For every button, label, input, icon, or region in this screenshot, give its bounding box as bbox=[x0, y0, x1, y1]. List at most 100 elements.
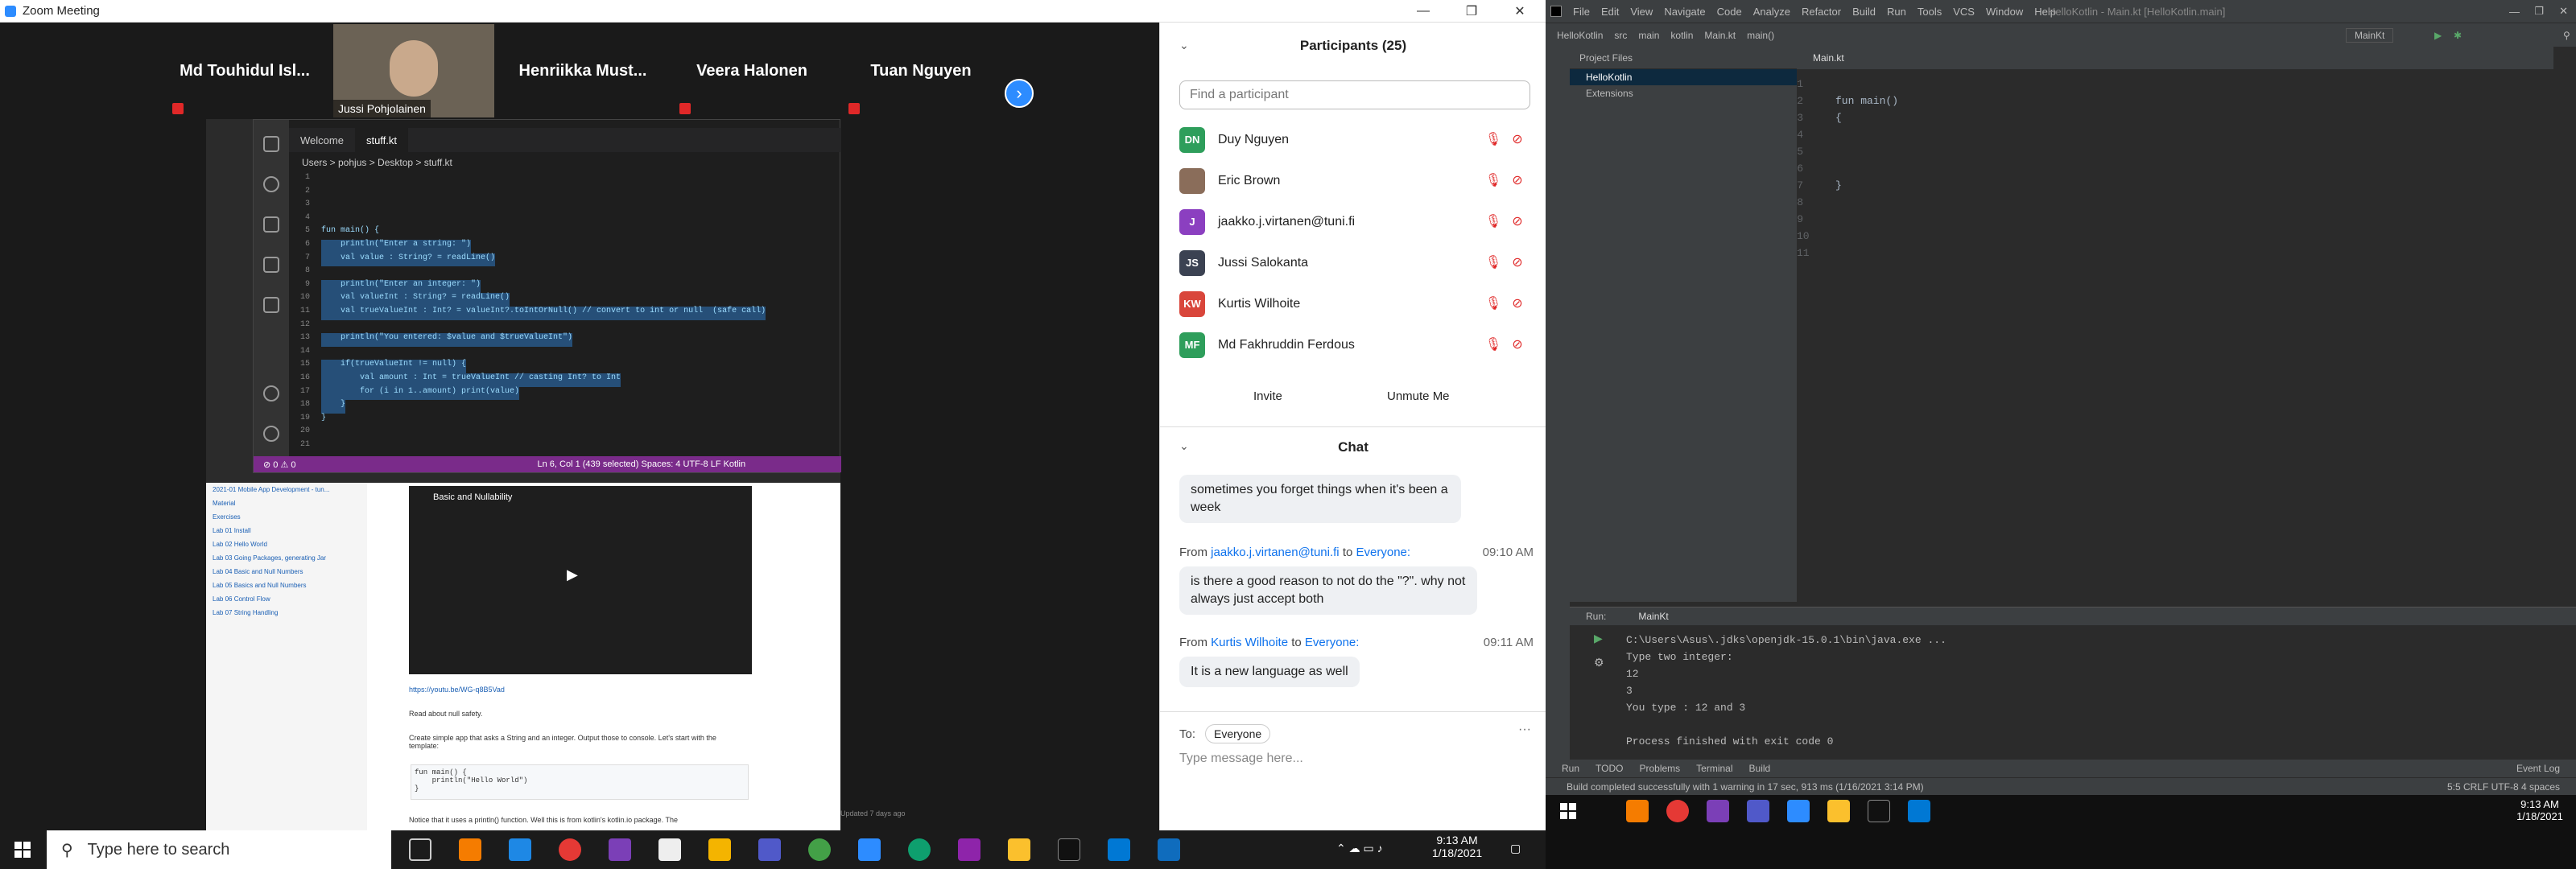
recipient-select[interactable]: Everyone bbox=[1205, 724, 1271, 743]
run-icon[interactable]: ▶ bbox=[2434, 30, 2442, 41]
maximize-icon[interactable]: ❐ bbox=[2534, 5, 2544, 18]
menu-refactor[interactable]: Refactor bbox=[1802, 6, 1841, 18]
event-log[interactable]: Event Log bbox=[2516, 763, 2560, 774]
recipient-link[interactable]: Everyone: bbox=[1305, 636, 1360, 649]
menu-navigate[interactable]: Navigate bbox=[1664, 6, 1705, 18]
code-line[interactable]: 7 val value : String? = readLine() bbox=[289, 253, 809, 267]
code-line[interactable]: 2 fun main() bbox=[1797, 93, 2553, 109]
task-view-icon[interactable] bbox=[409, 838, 431, 861]
app-icon[interactable] bbox=[808, 838, 831, 861]
account-icon[interactable] bbox=[263, 385, 279, 402]
crumb[interactable]: src bbox=[1614, 30, 1627, 41]
next-page-arrow-icon[interactable]: › bbox=[1005, 79, 1034, 108]
menu-code[interactable]: Code bbox=[1717, 6, 1742, 18]
code-line[interactable]: 5 fun main() { bbox=[289, 226, 809, 240]
tab-stuff-kt[interactable]: stuff.kt bbox=[354, 128, 409, 152]
code-line[interactable]: 15 if(trueValueInt != null) { bbox=[289, 360, 809, 373]
code-line[interactable]: 10 bbox=[1797, 228, 2553, 245]
crumb[interactable]: HelloKotlin bbox=[1557, 30, 1603, 41]
minimize-icon[interactable]: — bbox=[2509, 6, 2520, 18]
code-editor[interactable]: 1 2 3 4 5 fun main() {6 println("Enter a stri… bbox=[289, 173, 809, 456]
code-line[interactable]: 1 bbox=[1797, 76, 2553, 93]
tool-todo[interactable]: TODO bbox=[1596, 763, 1623, 774]
crumb[interactable]: Main.kt bbox=[1704, 30, 1736, 41]
chat-input[interactable]: Type message here... bbox=[1179, 752, 1303, 766]
minimize-icon[interactable]: — bbox=[1401, 0, 1446, 23]
search-icon[interactable]: ⚲ bbox=[2563, 30, 2570, 41]
code-line[interactable]: 12 bbox=[289, 320, 809, 334]
participant-search-input[interactable]: Find a participant bbox=[1179, 80, 1530, 109]
menu-tools[interactable]: Tools bbox=[1918, 6, 1942, 18]
visual-studio-icon[interactable] bbox=[609, 838, 631, 861]
close-icon[interactable]: ✕ bbox=[2559, 5, 2568, 18]
code-line[interactable]: 6 bbox=[1797, 160, 2553, 177]
code-line[interactable]: 20 bbox=[289, 426, 809, 440]
sender-link[interactable]: Kurtis Wilhoite bbox=[1211, 636, 1288, 649]
crumb[interactable]: main bbox=[1638, 30, 1659, 41]
participant-row[interactable]: Jjaakko.j.virtanen@tuni.fi 🎙 ⊘ bbox=[1179, 201, 1525, 242]
intellij-icon[interactable] bbox=[1058, 838, 1080, 861]
edge-icon[interactable] bbox=[908, 838, 931, 861]
participant-tile[interactable]: Veera Halonen bbox=[671, 24, 832, 117]
menu-file[interactable]: File bbox=[1573, 6, 1590, 18]
code-line[interactable]: 7} bbox=[1797, 177, 2553, 194]
zoom-icon[interactable] bbox=[1787, 800, 1810, 822]
code-line[interactable]: 4 bbox=[289, 213, 809, 227]
kotlin-code[interactable]: 1 2 fun main() 3{4 5 6 7} 8 9 10 11 bbox=[1797, 76, 2553, 262]
run-tab[interactable]: MainKt bbox=[1638, 611, 1668, 622]
code-line[interactable]: 14 bbox=[289, 347, 809, 360]
tab-main-kt[interactable]: Main.kt bbox=[1797, 47, 2553, 69]
clock[interactable]: 9:13 AM 1/18/2021 bbox=[1425, 834, 1489, 859]
run-debug-icon[interactable] bbox=[263, 257, 279, 273]
code-line[interactable]: 19} bbox=[289, 414, 809, 427]
clock[interactable]: 9:13 AM 1/18/2021 bbox=[2512, 798, 2568, 822]
participant-tile[interactable]: Henriikka Must... bbox=[502, 24, 663, 117]
windows-start-icon[interactable] bbox=[1560, 803, 1576, 819]
file-explorer-icon[interactable] bbox=[1008, 838, 1030, 861]
code-line[interactable]: 18 } bbox=[289, 400, 809, 414]
participant-tile[interactable]: Md Touhidul Isl... bbox=[164, 24, 325, 117]
app-icon[interactable] bbox=[958, 838, 980, 861]
participant-row[interactable]: MF Md Fakhruddin Ferdous 🎙 ⊘ bbox=[1179, 324, 1525, 365]
code-line[interactable]: 8 bbox=[289, 266, 809, 280]
tool-problems[interactable]: Problems bbox=[1639, 763, 1680, 774]
tray-icons[interactable]: ⌃ ☁ ▭ ♪ bbox=[1336, 842, 1383, 855]
notification-icon[interactable]: ▢ bbox=[1510, 842, 1521, 855]
menu-analyze[interactable]: Analyze bbox=[1753, 6, 1790, 18]
teams-icon[interactable] bbox=[758, 838, 781, 861]
tool-run[interactable]: Run bbox=[1562, 763, 1579, 774]
code-line[interactable]: 9 bbox=[1797, 211, 2553, 228]
code-line[interactable]: 10 val valueInt : String? = readLine() bbox=[289, 293, 809, 307]
maximize-icon[interactable]: ❐ bbox=[1449, 0, 1494, 23]
build-status[interactable]: Build completed successfully with 1 warn… bbox=[1567, 781, 1924, 793]
explorer-icon[interactable] bbox=[263, 136, 279, 152]
file-explorer-icon[interactable] bbox=[1827, 800, 1850, 822]
code-line[interactable]: 13 println("You entered: $value and $tru… bbox=[289, 333, 809, 347]
crumb[interactable]: main() bbox=[1747, 30, 1774, 41]
code-line[interactable]: 3 bbox=[289, 200, 809, 213]
chrome-icon[interactable] bbox=[559, 838, 581, 861]
crumb[interactable]: kotlin bbox=[1670, 30, 1693, 41]
app-icon[interactable] bbox=[708, 838, 731, 861]
app-icon[interactable] bbox=[459, 838, 481, 861]
project-item[interactable]: Extensions bbox=[1570, 85, 1797, 101]
code-line[interactable]: 1 bbox=[289, 173, 809, 187]
code-line[interactable]: 5 bbox=[1797, 143, 2553, 160]
menu-edit[interactable]: Edit bbox=[1601, 6, 1619, 18]
menu-build[interactable]: Build bbox=[1852, 6, 1876, 18]
project-panel-header[interactable]: Project Files bbox=[1570, 47, 1797, 69]
teams-icon[interactable] bbox=[1747, 800, 1769, 822]
editor-info[interactable]: 5:5 CRLF UTF-8 4 spaces bbox=[2447, 781, 2560, 793]
menu-view[interactable]: View bbox=[1630, 6, 1653, 18]
code-line[interactable]: 9 println("Enter an integer: ") bbox=[289, 279, 809, 294]
participant-row[interactable]: DN Duy Nguyen 🎙 ⊘ bbox=[1179, 119, 1525, 160]
participant-video-tile[interactable]: Jussi Pohjolainen bbox=[333, 24, 494, 117]
code-line[interactable]: 8 bbox=[1797, 194, 2553, 211]
menu-run[interactable]: Run bbox=[1887, 6, 1906, 18]
store-icon[interactable] bbox=[658, 838, 681, 861]
code-line[interactable]: 17 for (i in 1..amount) print(value) bbox=[289, 386, 809, 401]
code-line[interactable]: 21 bbox=[289, 440, 809, 454]
vscode-icon[interactable] bbox=[1908, 800, 1930, 822]
vscode-icon[interactable] bbox=[1108, 838, 1130, 861]
outlook-icon[interactable] bbox=[1158, 838, 1180, 861]
